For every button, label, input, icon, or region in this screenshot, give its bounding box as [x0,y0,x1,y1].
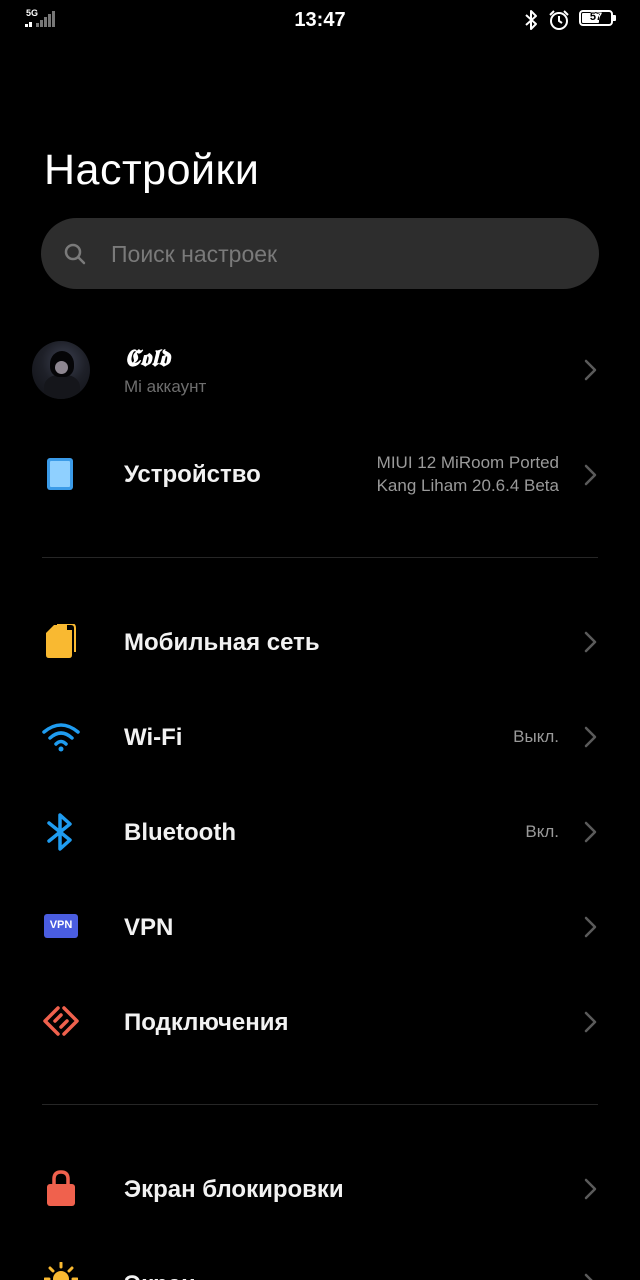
account-row[interactable] [0,341,640,399]
settings-item-label: VPN [124,914,174,941]
settings-item-lock-screen[interactable]: Экран блокировки [0,1159,640,1219]
bluetooth-status-icon [525,10,537,30]
settings-item-device[interactable]: Устройство MIUI 12 MiRoom Ported Kang Li… [0,440,640,510]
settings-item-label: Bluetooth [124,819,236,846]
divider [42,1104,598,1105]
settings-item-display[interactable]: Экран [0,1254,640,1280]
chevron-right-icon [584,726,597,748]
settings-item-label: Устройство [124,461,261,488]
divider [42,557,598,558]
chevron-right-icon [584,464,597,486]
settings-item-label: Экран блокировки [124,1176,344,1203]
avatar [32,341,90,399]
chevron-right-icon [584,821,597,843]
search-input[interactable] [109,218,573,291]
settings-screen: 5G 13:47 57 Настройки Поиск настроек 𝕮𝖔𝖑… [0,0,640,1280]
wifi-icon [42,723,80,752]
settings-item-label: Wi-Fi [124,724,183,751]
status-bar: 5G 13:47 57 [0,0,640,40]
battery-icon: 57 [579,10,616,26]
settings-item-label: Экран [124,1271,196,1280]
search-icon [64,243,86,265]
alarm-icon [549,10,569,30]
wifi-status: Выкл. [513,727,559,746]
page-title: Настройки [44,146,260,194]
settings-item-wifi[interactable]: Wi-Fi Выкл. [0,707,640,767]
connections-icon [43,1006,79,1036]
vpn-icon: VPN [44,914,78,938]
chevron-right-icon [584,1273,593,1280]
brightness-icon [44,1262,78,1280]
settings-item-label: Подключения [124,1009,289,1036]
settings-item-connections[interactable]: Подключения [0,992,640,1052]
bluetooth-icon [47,813,72,851]
chevron-right-icon [584,1178,597,1200]
sim-card-icon [46,624,76,658]
search-bar[interactable] [41,218,599,291]
settings-item-label: Мобильная сеть [124,629,320,656]
account-name: 𝕮𝖔𝖑𝖉 [124,343,171,372]
account-subtitle: Mi аккаунт [124,377,207,396]
chevron-right-icon [584,1011,597,1033]
settings-item-mobile-network[interactable]: Мобильная сеть [0,612,640,672]
settings-item-vpn[interactable]: VPN VPN [0,897,640,957]
battery-level: 57 [589,11,603,23]
tablet-icon [47,458,73,490]
clock: 13:47 [294,9,346,31]
chevron-right-icon [584,359,597,381]
chevron-right-icon [584,916,597,938]
lock-icon [47,1170,75,1206]
settings-item-bluetooth[interactable]: Bluetooth Вкл. [0,802,640,862]
device-version-line2: Kang Liham 20.6.4 Beta [376,476,559,495]
chevron-right-icon [584,631,597,653]
device-version-line1: MIUI 12 MiRoom Ported [376,453,559,472]
vpn-badge-text: VPN [49,919,73,931]
bluetooth-status: Вкл. [525,822,559,841]
